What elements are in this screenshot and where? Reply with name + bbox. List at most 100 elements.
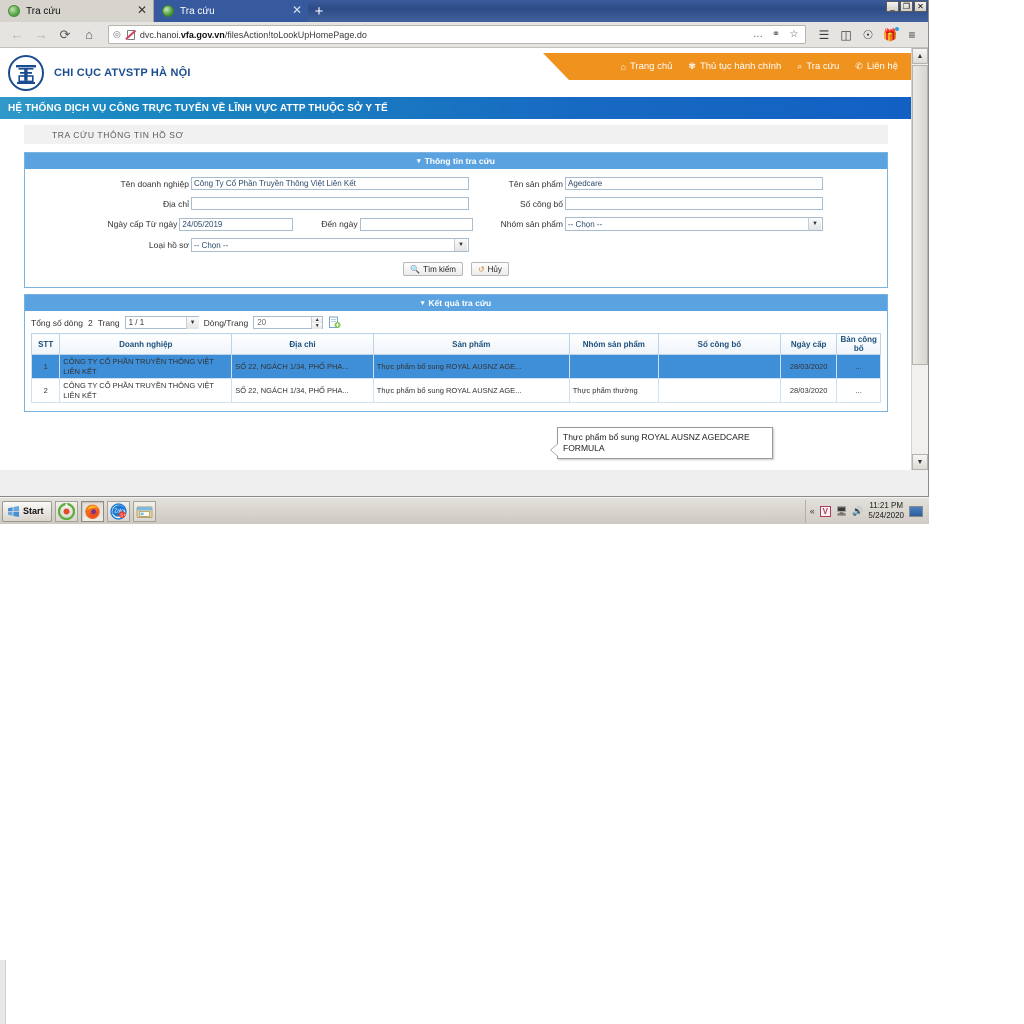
- label-ten-san-pham: Tên sản phẩm: [508, 178, 563, 189]
- dia-chi-input[interactable]: [191, 197, 469, 210]
- total-rows-label: Tổng số dòng: [31, 317, 83, 328]
- maximize-button[interactable]: ❐: [900, 1, 913, 12]
- result-panel: ▾ Kết quả tra cứu Tổng số dòng 2 Trang 1…: [24, 294, 888, 412]
- loai-ho-so-select[interactable]: -- Chọn -- ▼: [191, 238, 469, 252]
- more-actions-icon[interactable]: …: [751, 29, 765, 40]
- breadcrumb: TRA CỨU THÔNG TIN HỒ SƠ: [24, 125, 888, 144]
- tab-favicon-icon: [162, 5, 174, 17]
- cell-nhom-san-pham: [568, 354, 659, 379]
- ten-san-pham-input[interactable]: Agedcare: [565, 177, 823, 190]
- ten-doanh-nghiep-input[interactable]: Công Ty Cổ Phần Truyền Thông Việt Liên K…: [191, 177, 469, 190]
- result-panel-header[interactable]: ▾ Kết quả tra cứu: [25, 295, 887, 311]
- search-button-label: Tìm kiếm: [423, 264, 456, 274]
- volume-icon[interactable]: 🔊: [852, 506, 863, 517]
- show-desktop-button[interactable]: [909, 505, 923, 517]
- hamburger-menu-icon[interactable]: ≡: [902, 25, 922, 45]
- reload-icon[interactable]: ⟳: [54, 24, 76, 46]
- col-so-cong-bo[interactable]: Số công bố: [657, 333, 781, 355]
- export-document-icon[interactable]: [328, 316, 341, 329]
- stepper-arrows[interactable]: ▲ ▼: [311, 317, 323, 329]
- cell-ngay-cap: 28/03/2020: [779, 354, 838, 379]
- window-close-button[interactable]: ✕: [914, 1, 927, 12]
- address-bar[interactable]: ◎ dvc.hanoi.vfa.gov.vn/filesAction!toLoo…: [108, 25, 806, 44]
- col-doanh-nghiep[interactable]: Doanh nghiệp: [59, 333, 233, 355]
- nav-item-tra-cuu[interactable]: ⌕ Tra cứu: [797, 61, 839, 72]
- home-icon: ⌂: [620, 61, 626, 72]
- so-cong-bo-input[interactable]: [565, 197, 823, 210]
- pocket-icon[interactable]: ⚭: [769, 29, 783, 40]
- scrollbar-thumb[interactable]: [912, 65, 928, 365]
- nav-item-thu-tuc-hanh-chinh[interactable]: ✾ Thủ tục hành chính: [688, 61, 781, 72]
- page-select[interactable]: 1 / 1 ▼: [124, 316, 199, 329]
- svg-text:S+: S+: [120, 512, 126, 517]
- sidebar-icon[interactable]: ◫: [836, 25, 856, 45]
- account-icon[interactable]: ☉: [858, 25, 878, 45]
- library-icon[interactable]: ☰: [814, 25, 834, 45]
- home-icon[interactable]: ⌂: [78, 24, 100, 46]
- ngay-cap-tu-ngay-input[interactable]: 24/05/2019: [179, 217, 293, 231]
- table-row[interactable]: 2 CÔNG TY CỔ PHẦN TRUYỀN THÔNG VIỆT LIÊN…: [30, 378, 881, 403]
- nav-item-trang-chu-label: Trang chủ: [629, 61, 673, 72]
- taskbar-app-icon-green[interactable]: [54, 500, 78, 522]
- search-panel-header[interactable]: ▾ Thông tin tra cứu: [25, 153, 887, 169]
- windows-taskbar: Start Zalo S+ « V 🖥 🔊 11:21 PM 5/24/2020: [0, 497, 929, 524]
- tooltip-text: Thực phẩm bổ sung ROYAL AUSNZ AGEDCARE F…: [563, 432, 750, 453]
- scroll-down-icon[interactable]: ▼: [912, 454, 928, 470]
- start-button[interactable]: Start: [2, 500, 52, 522]
- nav-item-trang-chu[interactable]: ⌂ Trang chủ: [621, 61, 673, 72]
- chevron-down-icon: ▾: [420, 300, 425, 307]
- nhom-san-pham-select[interactable]: -- Chọn -- ▼: [565, 217, 823, 231]
- gift-icon[interactable]: 🎁: [880, 25, 900, 45]
- stepper-down-icon[interactable]: ▼: [312, 323, 323, 329]
- col-stt[interactable]: STT: [30, 333, 61, 355]
- chevron-down-icon[interactable]: ▼: [185, 316, 199, 329]
- col-ngay-cap[interactable]: Ngày cấp: [779, 333, 838, 355]
- unikey-v-icon[interactable]: V: [819, 505, 831, 517]
- bookmark-star-icon[interactable]: ☆: [787, 29, 801, 40]
- cell-dia-chi: SỐ 22, NGÁCH 1/34, PHỐ PHA...: [231, 354, 374, 379]
- col-san-pham[interactable]: Sản phẩm: [372, 333, 570, 355]
- rows-per-page-value: 20: [257, 318, 267, 327]
- col-ban-cong-bo[interactable]: Bản công bố: [836, 333, 881, 355]
- label-den-ngay: Đến ngày: [321, 219, 358, 229]
- tray-date: 5/24/2020: [868, 511, 904, 520]
- gear-icon: ✾: [688, 61, 696, 71]
- firefox-icon[interactable]: [80, 500, 104, 522]
- lock-crossed-icon[interactable]: [125, 29, 136, 40]
- close-icon[interactable]: ✕: [135, 4, 149, 18]
- col-nhom-san-pham[interactable]: Nhóm sản phẩm: [568, 333, 659, 355]
- browser-viewport: CHI CỤC ATVSTP HÀ NỘI ⌂ Trang chủ ✾ Thủ …: [0, 48, 928, 470]
- label-so-cong-bo: Số công bố: [519, 198, 563, 209]
- table-header-row: STT Doanh nghiệp Địa chỉ Sản phẩm Nhóm s…: [30, 333, 881, 355]
- browser-tab-2[interactable]: Tra cứu ✕: [154, 0, 308, 22]
- page-select-value: 1 / 1: [128, 318, 145, 327]
- network-icon[interactable]: 🖥: [836, 506, 847, 517]
- close-icon[interactable]: ✕: [290, 4, 304, 18]
- browser-tab-1[interactable]: Tra cứu ✕: [0, 0, 154, 22]
- search-button[interactable]: 🔍 Tìm kiếm: [403, 262, 463, 276]
- tray-overflow-icon[interactable]: «: [810, 506, 815, 516]
- table-row[interactable]: 1 CÔNG TY CỔ PHẦN TRUYỀN THÔNG VIỆT LIÊN…: [30, 354, 881, 379]
- explorer-folder-icon[interactable]: [132, 500, 156, 522]
- nav-item-lien-he[interactable]: ✆ Liên hệ: [855, 61, 898, 72]
- tray-clock[interactable]: 11:21 PM 5/24/2020: [868, 501, 904, 521]
- back-icon[interactable]: ←: [6, 24, 28, 46]
- new-tab-button[interactable]: +: [308, 2, 330, 22]
- cell-ban-cong-bo[interactable]: ...: [836, 354, 881, 379]
- den-ngay-input[interactable]: [359, 217, 473, 231]
- cancel-button-label: Hủy: [487, 264, 502, 274]
- page-scrollbar[interactable]: ▲ ▼: [911, 48, 928, 470]
- rows-per-page-stepper[interactable]: 20 ▲ ▼: [253, 316, 324, 329]
- forward-icon[interactable]: →: [30, 24, 52, 46]
- tray-time: 11:21 PM: [869, 501, 904, 510]
- chevron-down-icon[interactable]: ▼: [808, 218, 821, 230]
- cell-ban-cong-bo[interactable]: ...: [836, 378, 881, 403]
- shield-icon[interactable]: ◎: [113, 29, 121, 40]
- col-dia-chi[interactable]: Địa chỉ: [231, 333, 374, 355]
- chevron-down-icon[interactable]: ▼: [454, 239, 467, 251]
- minimize-button[interactable]: _: [886, 1, 899, 12]
- zalo-icon[interactable]: Zalo S+: [106, 500, 130, 522]
- result-table: STT Doanh nghiệp Địa chỉ Sản phẩm Nhóm s…: [30, 333, 881, 403]
- scroll-up-icon[interactable]: ▲: [912, 48, 928, 64]
- cancel-button[interactable]: ↺ Hủy: [470, 262, 509, 276]
